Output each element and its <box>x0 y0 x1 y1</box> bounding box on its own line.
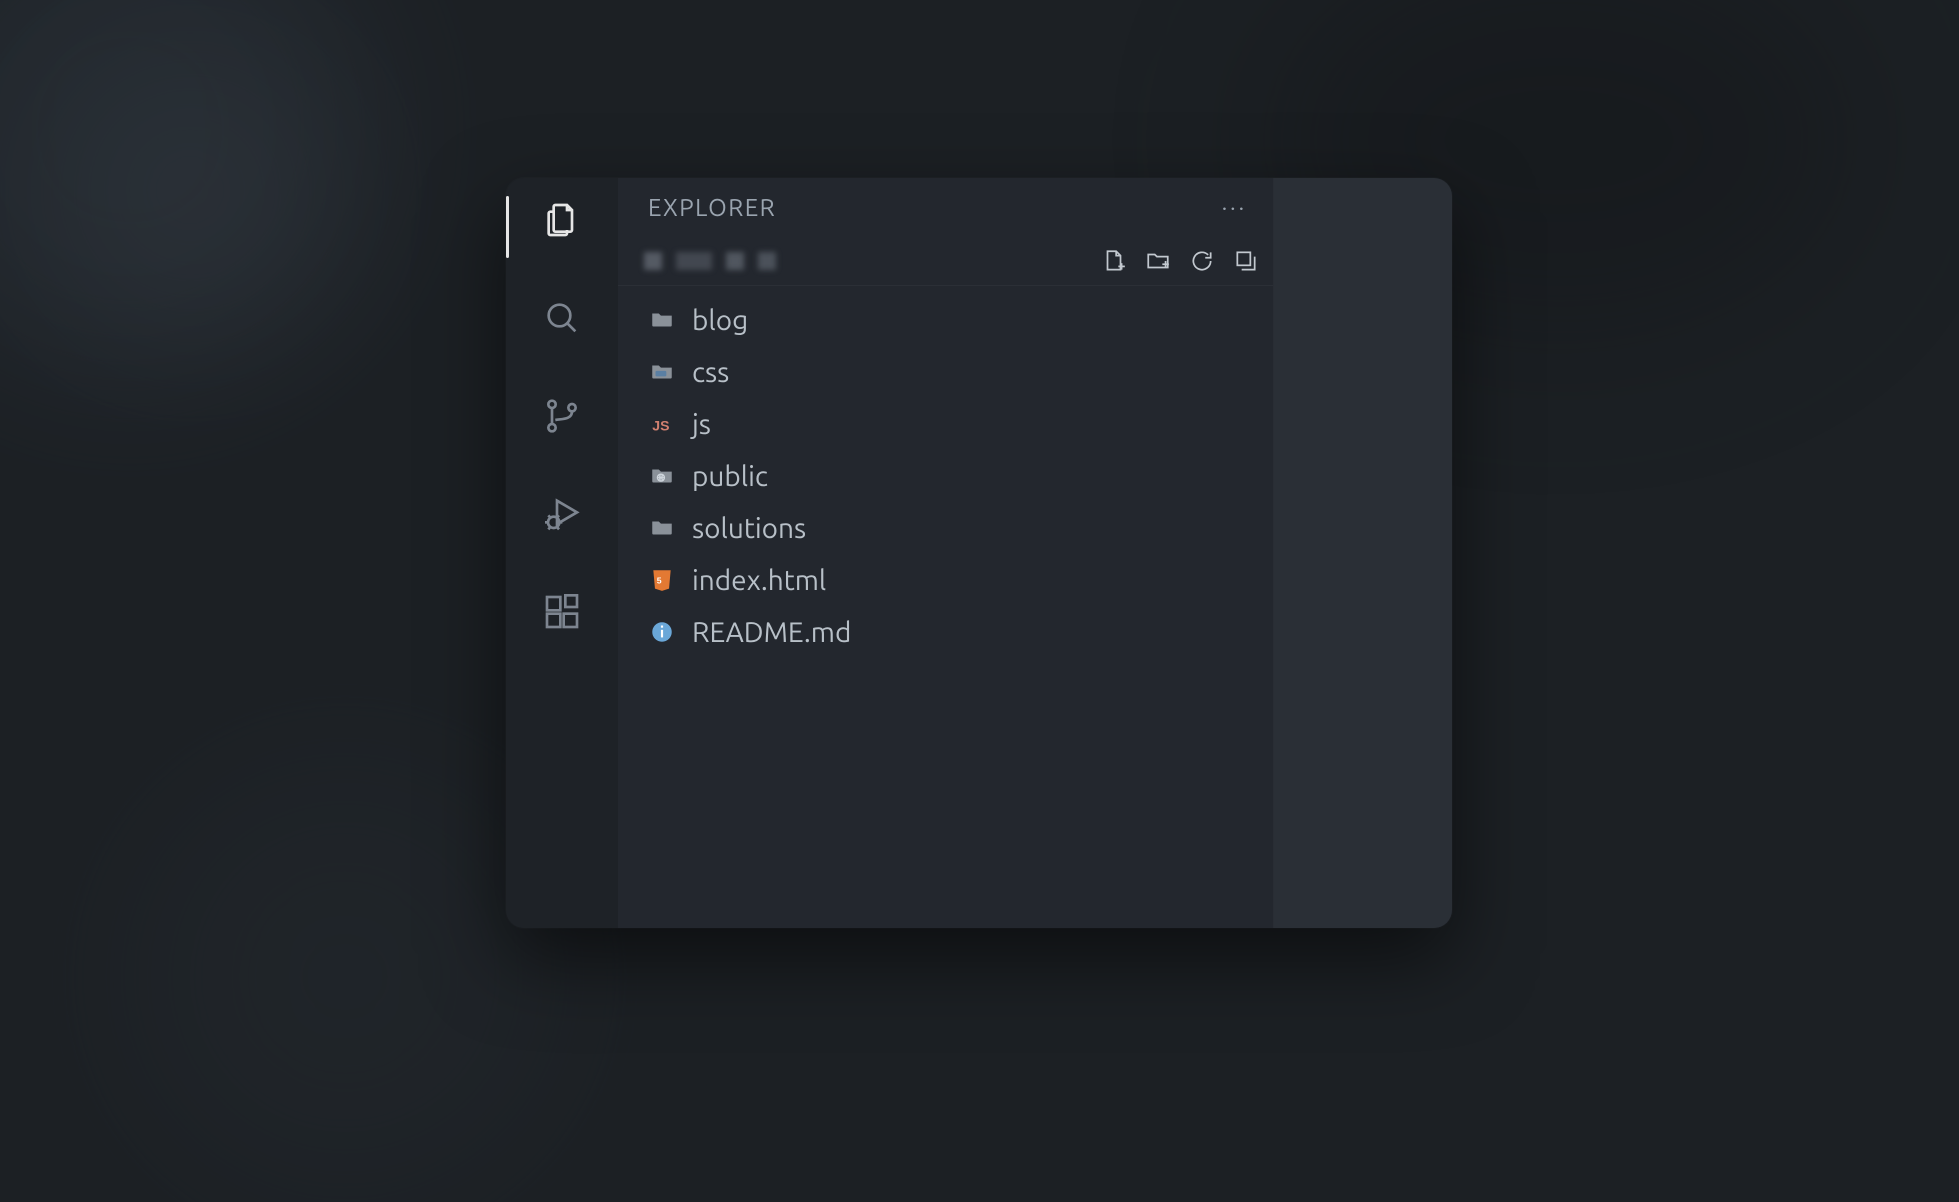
explorer-more-button[interactable]: ··· <box>1216 191 1253 224</box>
workspace-name-redacted <box>644 252 776 270</box>
info-file-icon <box>648 618 676 646</box>
background-blur <box>40 40 340 340</box>
activity-bar <box>506 178 618 928</box>
tree-item-label: js <box>692 409 711 440</box>
activity-run-debug[interactable] <box>538 490 586 538</box>
refresh-button[interactable] <box>1189 248 1215 274</box>
tree-item-label: public <box>692 461 768 492</box>
collapse-all-button[interactable] <box>1233 248 1259 274</box>
svg-text:JS: JS <box>652 418 669 434</box>
tree-folder-blog[interactable]: blog <box>618 294 1273 346</box>
folder-icon <box>648 514 676 542</box>
explorer-sidebar: EXPLORER ··· <box>618 178 1274 928</box>
explorer-header: EXPLORER ··· <box>618 178 1273 236</box>
tree-folder-public[interactable]: public <box>618 450 1273 502</box>
new-folder-icon <box>1145 248 1171 274</box>
explorer-section-actions <box>1101 248 1259 274</box>
globe-folder-icon <box>648 462 676 490</box>
run-debug-icon <box>542 494 582 534</box>
activity-source-control[interactable] <box>538 392 586 440</box>
folder-icon <box>648 306 676 334</box>
background-blur <box>120 752 570 1202</box>
activity-search[interactable] <box>538 294 586 342</box>
extensions-icon <box>542 592 582 632</box>
tree-item-label: solutions <box>692 513 806 544</box>
activity-explorer[interactable] <box>538 196 586 244</box>
tree-item-label: css <box>692 357 729 388</box>
explorer-section-header[interactable] <box>618 236 1273 286</box>
tree-item-label: index.html <box>692 565 826 596</box>
refresh-icon <box>1189 248 1215 274</box>
activity-active-indicator <box>506 196 509 258</box>
new-file-button[interactable] <box>1101 248 1127 274</box>
tree-folder-css[interactable]: css <box>618 346 1273 398</box>
search-icon <box>542 298 582 338</box>
file-tree: blog css JS js public <box>618 286 1273 928</box>
branch-icon <box>542 396 582 436</box>
js-folder-icon: JS <box>648 410 676 438</box>
files-icon <box>542 200 582 240</box>
editor-window: EXPLORER ··· <box>506 178 1452 928</box>
explorer-title: EXPLORER <box>648 194 776 221</box>
css-folder-icon <box>648 358 676 386</box>
tree-folder-js[interactable]: JS js <box>618 398 1273 450</box>
new-file-icon <box>1101 248 1127 274</box>
tree-folder-solutions[interactable]: solutions <box>618 502 1273 554</box>
editor-pane[interactable] <box>1274 178 1452 928</box>
tree-file-readme-md[interactable]: README.md <box>618 606 1273 658</box>
new-folder-button[interactable] <box>1145 248 1171 274</box>
activity-extensions[interactable] <box>538 588 586 636</box>
collapse-icon <box>1233 248 1259 274</box>
html-file-icon: 5 <box>648 566 676 594</box>
tree-file-index-html[interactable]: 5 index.html <box>618 554 1273 606</box>
tree-item-label: README.md <box>692 617 851 648</box>
tree-item-label: blog <box>692 305 748 336</box>
svg-text:5: 5 <box>657 575 662 585</box>
